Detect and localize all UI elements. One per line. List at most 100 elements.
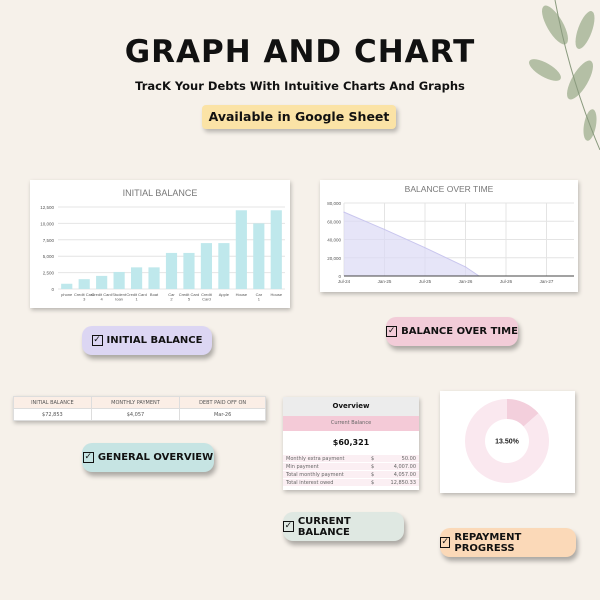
checkbox-icon: ✓ (82, 452, 94, 463)
overview-row: Monthly extra payment $50.00 (283, 455, 419, 463)
initial-balance-chart: INITIAL BALANCE 0 2,500 5,000 7,500 10,000 12,… (40, 188, 285, 302)
x-tick-label: Jan-27 (540, 279, 554, 284)
chart-title: BALANCE OVER TIME (405, 184, 494, 194)
bar (200, 243, 213, 289)
leaf-decoration (529, 0, 600, 150)
repayment-donut-chart: 13.50% (465, 399, 549, 483)
x-tick-label: Apple (219, 292, 230, 297)
overview-row-cur: $ (371, 479, 375, 486)
header-monthly-payment: MONTHLY PAYMENT (90, 396, 181, 409)
x-tick-label: Credit Card 1 (126, 292, 146, 302)
x-tick-label: Credit Card 5 (179, 292, 199, 302)
current-balance-pill: ✓ CURRENT BALANCE (283, 512, 404, 541)
initial-balance-label: ✓ INITIAL BALANCE (82, 326, 212, 355)
x-tick-label: Jul-25 (419, 279, 432, 284)
x-tick-label: Jan-25 (378, 279, 392, 284)
bar (113, 271, 125, 289)
overview-row-value: 4,057.00 (393, 471, 416, 478)
repayment-progress-pill: ✓ REPAYMENT PROGRESS (440, 528, 576, 557)
label-text: BALANCE OVER TIME (401, 326, 518, 337)
x-tick-label: House (270, 292, 282, 297)
y-tick-label: 5,000 (43, 254, 55, 259)
data-point (343, 211, 345, 213)
y-tick-label: 20,000 (327, 256, 341, 261)
overview-row-label: Total monthly payment (286, 471, 344, 478)
x-tick-label: Jul-26 (500, 279, 513, 284)
y-tick-label: 2,500 (43, 271, 55, 276)
y-tick-label: 0 (51, 287, 54, 292)
checkbox-icon: ✓ (440, 537, 451, 548)
y-tick-label: 40,000 (327, 238, 341, 243)
initial-balance-value: $72,853 (13, 408, 92, 421)
bar (165, 252, 178, 289)
overview-row-value: 50.00 (401, 455, 416, 462)
debt-paid-off-value: Mar-26 (179, 408, 266, 421)
donut-center-label: 13.50% (495, 439, 520, 446)
overview-row-cur: $ (371, 471, 375, 478)
bar (218, 243, 230, 289)
label-text: CURRENT BALANCE (297, 515, 351, 538)
bar (78, 279, 90, 289)
x-tick-label: Car 1 (256, 292, 263, 302)
x-tick-label: House (236, 292, 248, 297)
header-initial-balance: INITIAL BALANCE (13, 396, 92, 409)
checkbox-icon: ✓ (91, 335, 103, 346)
general-overview-label: ✓ GENERAL OVERVIEW (82, 443, 214, 472)
label-text: REPAYMENT PROGRESS (454, 531, 522, 554)
label-text: GENERAL OVERVIEW (97, 452, 214, 463)
overview-row-value: 4,007.00 (393, 463, 416, 470)
bar (130, 267, 143, 289)
google-sheet-badge: Available in Google Sheet (202, 105, 396, 129)
overview-row-label: Min payment (286, 463, 319, 470)
overview-row: Min payment $4,007.00 (283, 463, 419, 471)
page-subtitle: TracK Your Debts With Intuitive Charts A… (135, 79, 465, 93)
y-tick-label: 10,000 (40, 221, 54, 226)
label-text: INITIAL BALANCE (106, 335, 203, 346)
overview-row-value: 12,850.33 (390, 479, 416, 486)
balance-over-time-chart: BALANCE OVER TIME020,00040,00060,00080,0… (327, 184, 574, 284)
x-tick-label: Car 2 (168, 292, 175, 302)
data-point (424, 247, 426, 249)
current-balance-label: Current Balance (283, 416, 419, 431)
overview-row-cur: $ (371, 463, 375, 470)
overview-row-label: Total interest owed (286, 479, 334, 486)
x-tick-label: Credit Card (201, 292, 213, 302)
checkbox-icon: ✓ (386, 326, 398, 337)
repayment-donut-card: 13.50% (440, 391, 575, 493)
bar (253, 223, 265, 289)
y-tick-label: 12,500 (40, 205, 54, 210)
overview-title: Overview (283, 397, 419, 416)
overview-card: Overview Current Balance $60,321 Monthly… (283, 397, 419, 490)
y-tick-label: 80,000 (327, 201, 341, 206)
x-tick-label: Jan-26 (459, 279, 473, 284)
bar (183, 252, 195, 289)
initial-balance-chart-card: INITIAL BALANCE 0 2,500 5,000 7,500 10,000 12,… (30, 180, 290, 308)
bar (235, 210, 247, 289)
x-tick-label: Boat (150, 292, 159, 297)
y-tick-label: 7,500 (43, 238, 55, 243)
current-balance-value: $60,321 (332, 438, 370, 447)
header-debt-paid-off: DEBT PAID OFF ON (179, 396, 266, 409)
bar (96, 275, 108, 289)
data-point (464, 266, 467, 268)
checkbox-icon: ✓ (283, 521, 294, 532)
bar (148, 267, 160, 289)
summary-table: INITIAL BALANCE MONTHLY PAYMENT DEBT PAID … (13, 396, 266, 421)
x-tick-label: Student loan (112, 292, 127, 302)
overview-row-label: Monthly extra payment (286, 455, 345, 462)
overview-row: Total interest owed $12,850.33 (283, 479, 419, 487)
x-tick-label: phone (61, 292, 73, 297)
x-tick-label: Credit Card 4 (91, 292, 111, 302)
balance-over-time-chart-card: BALANCE OVER TIME 0 20,000 40,000 60,000 80,0… (320, 180, 578, 292)
overview-row-cur: $ (371, 455, 375, 462)
chart-title: INITIAL BALANCE (123, 188, 198, 198)
x-tick-label: Jul-24 (338, 279, 351, 284)
page-title: GRAPH AND CHART (124, 34, 476, 70)
bar (270, 210, 282, 289)
balance-over-time-label: ✓ BALANCE OVER TIME (386, 317, 518, 346)
bar (61, 283, 73, 289)
data-point (383, 228, 386, 231)
overview-row: Total monthly payment $4,057.00 (283, 471, 419, 479)
monthly-payment-value: $4,057 (90, 408, 181, 421)
y-tick-label: 60,000 (327, 219, 341, 224)
